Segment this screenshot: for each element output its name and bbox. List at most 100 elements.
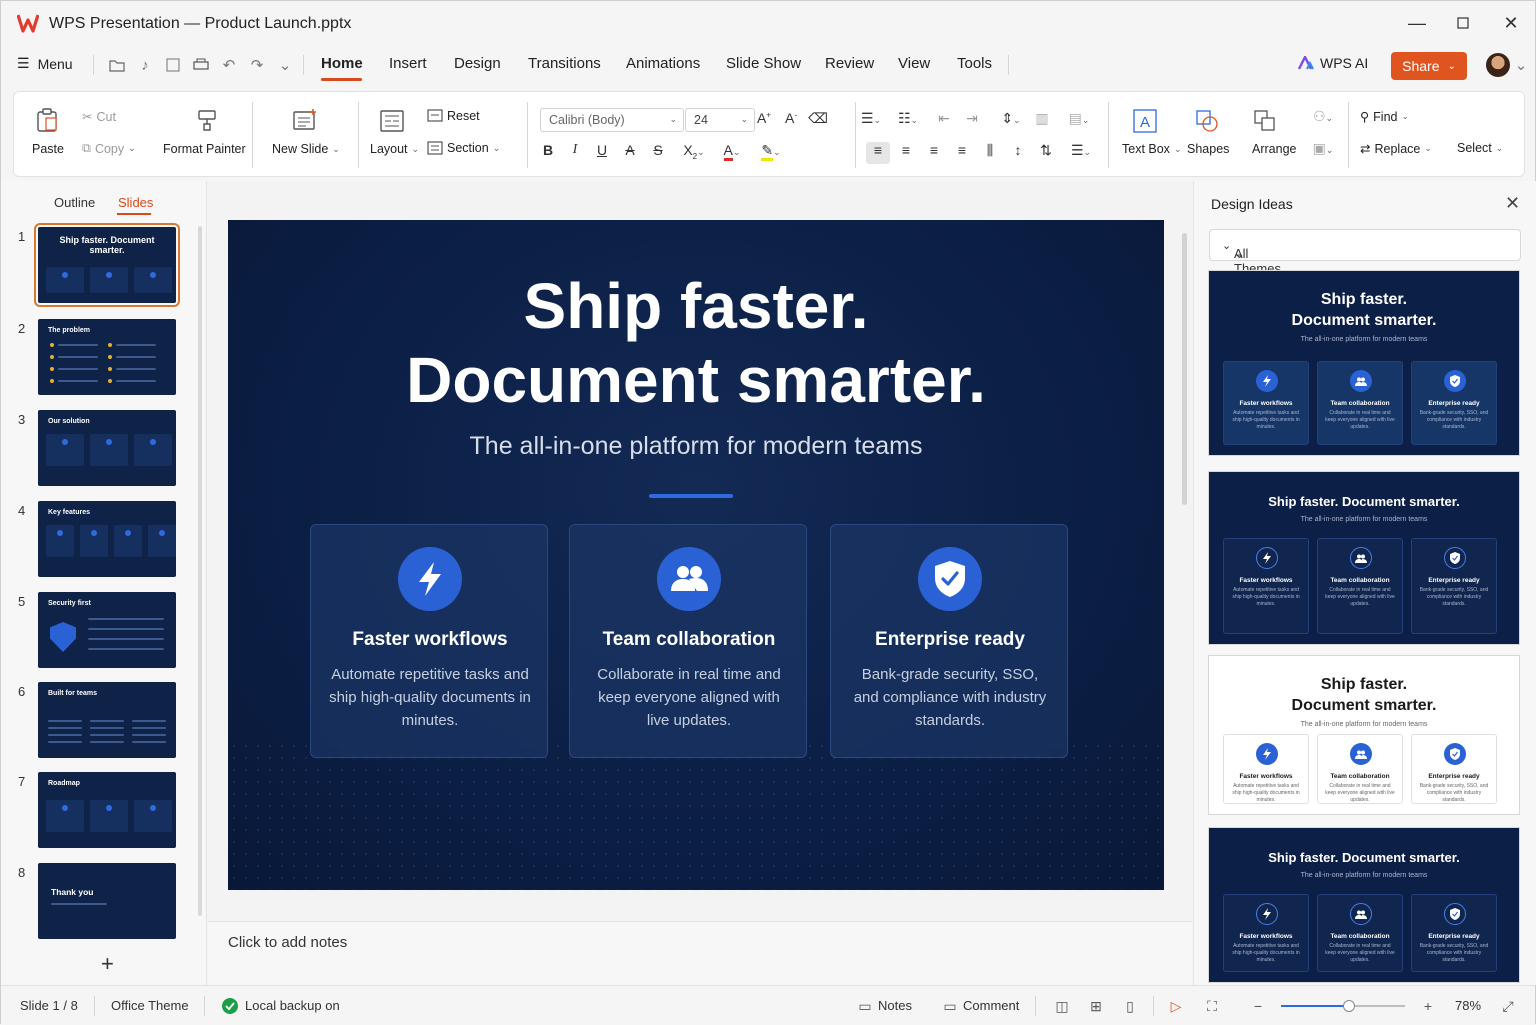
account-chevron-icon[interactable]: ⌄ [1511,55,1531,75]
fit-slide-icon[interactable]: ⛶ [1203,997,1221,1015]
para-spacing-icon[interactable]: ⇅ [1036,142,1056,159]
text-box-button[interactable]: Text Box ⌄ [1122,142,1181,156]
chevron-down-icon[interactable]: ⌄ [275,55,295,75]
minimize-button[interactable]: — [1405,11,1429,35]
comment-toggle[interactable]: Comment [963,998,1019,1013]
new-slide-icon[interactable] [291,106,319,134]
slide-thumbnail[interactable]: Security first [38,592,176,668]
zoom-slider[interactable] [1281,1000,1405,1012]
decrease-font-icon[interactable]: A- [781,110,801,126]
normal-view-icon[interactable]: ◫ [1053,997,1071,1015]
align-right-icon[interactable]: ≡ [924,142,944,158]
line-spacing-icon[interactable]: ↕ [1008,142,1028,158]
new-slide-button[interactable]: New Slide ⌄ [272,142,340,156]
feature-card[interactable]: Team collaboration Collaborate in real t… [569,524,807,758]
share-button[interactable]: Share ⌄ [1391,52,1467,80]
find-button[interactable]: ⚲ Find ⌄ [1360,109,1409,125]
link-icon[interactable]: ♪ [135,55,155,75]
highlight-icon[interactable]: ✎⌄ [756,142,786,161]
tab-slide-show[interactable]: Slide Show [726,55,801,72]
reset-button[interactable]: Reset [427,109,480,123]
design-idea-card[interactable]: Ship faster. Document smarter. The all-in… [1208,827,1520,983]
slide-thumbnail[interactable]: The problem [38,319,176,395]
format-painter-button[interactable]: Format Painter [163,142,246,156]
paste-button[interactable]: Paste [32,142,64,156]
wps-ai-button[interactable]: WPS AI [1298,55,1368,71]
layout-icon[interactable] [379,108,405,134]
increase-font-icon[interactable]: A+ [754,110,774,126]
columns-icon[interactable]: ▥ [1032,110,1052,127]
fullscreen-icon[interactable]: ⤢ [1499,997,1517,1015]
slide-title-line2[interactable]: Document smarter. [228,344,1164,416]
design-idea-card[interactable]: Ship faster. Document smarter. The all-in… [1208,471,1520,645]
arrange-icon[interactable] [1250,108,1280,134]
slide-title-line1[interactable]: Ship faster. [228,270,1164,342]
decrease-indent-icon[interactable]: ⇤ [934,110,954,127]
slide-thumbnail[interactable]: Our solution [38,410,176,486]
italic-icon[interactable]: I [565,142,585,158]
replace-button[interactable]: ⇄ Replace ⌄ [1360,141,1432,157]
font-size-select[interactable]: 24 ⌄ [685,108,755,132]
increase-indent-icon[interactable]: ⇥ [962,110,982,127]
tab-design[interactable]: Design [454,55,501,72]
smartart-icon[interactable]: ▤⌄ [1064,110,1094,127]
play-icon[interactable]: ▷ [1167,997,1185,1015]
zoom-level[interactable]: 78% [1455,998,1481,1013]
paste-icon[interactable] [34,106,60,134]
slide-thumbnail[interactable]: Ship faster. Document smarter. [34,223,180,307]
distribute-icon[interactable]: ⫼ [980,142,1000,159]
theme-filter-select[interactable]: All Themes ⌄ ⌄ [1209,229,1521,276]
zoom-slider-knob[interactable] [1343,1000,1356,1012]
format-painter-icon[interactable] [194,106,220,134]
tab-view[interactable]: View [898,55,930,72]
align-center-icon[interactable]: ≡ [896,142,916,158]
font-color-icon[interactable]: A⌄ [717,142,747,161]
strikethrough-icon[interactable]: A [620,142,640,158]
tab-outline[interactable]: Outline [54,195,95,210]
numbering-icon[interactable]: ☷⌄ [893,110,923,127]
notes-pane[interactable]: Click to add notes [208,921,1192,985]
undo-icon[interactable]: ↶ [219,55,239,75]
close-window-button[interactable]: ✕ [1499,11,1523,35]
theme-name[interactable]: Office Theme [111,998,189,1013]
reading-view-icon[interactable]: ▯ [1121,997,1139,1015]
subscript-icon[interactable]: X2⌄ [680,142,708,161]
bullets-icon[interactable]: ☰⌄ [856,110,886,127]
shapes-button[interactable]: Shapes [1187,142,1229,156]
menu-button[interactable]: ☰ Menu [17,55,73,72]
double-strike-icon[interactable]: S [648,142,668,158]
current-slide[interactable]: Ship faster. Document smarter. The all-i… [228,220,1164,890]
underline-icon[interactable]: U [592,142,612,158]
picture-icon[interactable]: ▣⌄ [1308,140,1338,157]
save-icon[interactable] [163,55,183,75]
tab-home[interactable]: Home [321,55,363,72]
feature-card[interactable]: Faster workflows Automate repetitive tas… [310,524,548,758]
backup-status[interactable]: Local backup on [245,998,340,1013]
thumbnail-scrollbar[interactable] [198,226,202,916]
text-direction-icon[interactable]: ⇕⌄ [996,110,1026,127]
clear-format-icon[interactable]: ⌫ [808,110,828,127]
text-box-icon[interactable]: A [1132,108,1158,134]
maximize-button[interactable] [1451,11,1475,35]
shapes-icon[interactable] [1194,108,1220,134]
tab-animations[interactable]: Animations [626,55,700,72]
notes-toggle[interactable]: Notes [878,998,912,1013]
font-family-select[interactable]: Calibri (Body) ⌄ [540,108,684,132]
zoom-out-icon[interactable]: − [1249,997,1267,1015]
tab-review[interactable]: Review [825,55,874,72]
spacing-options-icon[interactable]: ☰⌄ [1066,142,1096,159]
cut-button[interactable]: ✂ Cut [82,109,116,125]
arrange-button[interactable]: Arrange [1252,142,1296,156]
slide-thumbnail[interactable]: Roadmap [38,772,176,848]
select-button[interactable]: Select ⌄ [1457,141,1503,155]
bold-icon[interactable]: B [538,142,558,158]
slide-thumbnail[interactable]: Key features [38,501,176,577]
copy-button[interactable]: ⧉ Copy ⌄ [82,141,136,156]
close-icon[interactable]: ✕ [1505,193,1520,214]
tab-transitions[interactable]: Transitions [528,55,601,72]
slide-thumbnail[interactable]: Thank you [38,863,176,939]
section-button[interactable]: Section ⌄ [427,141,500,155]
slide-subtitle[interactable]: The all-in-one platform for modern teams [228,432,1164,461]
tab-slides[interactable]: Slides [118,195,153,210]
avatar[interactable] [1486,53,1510,77]
